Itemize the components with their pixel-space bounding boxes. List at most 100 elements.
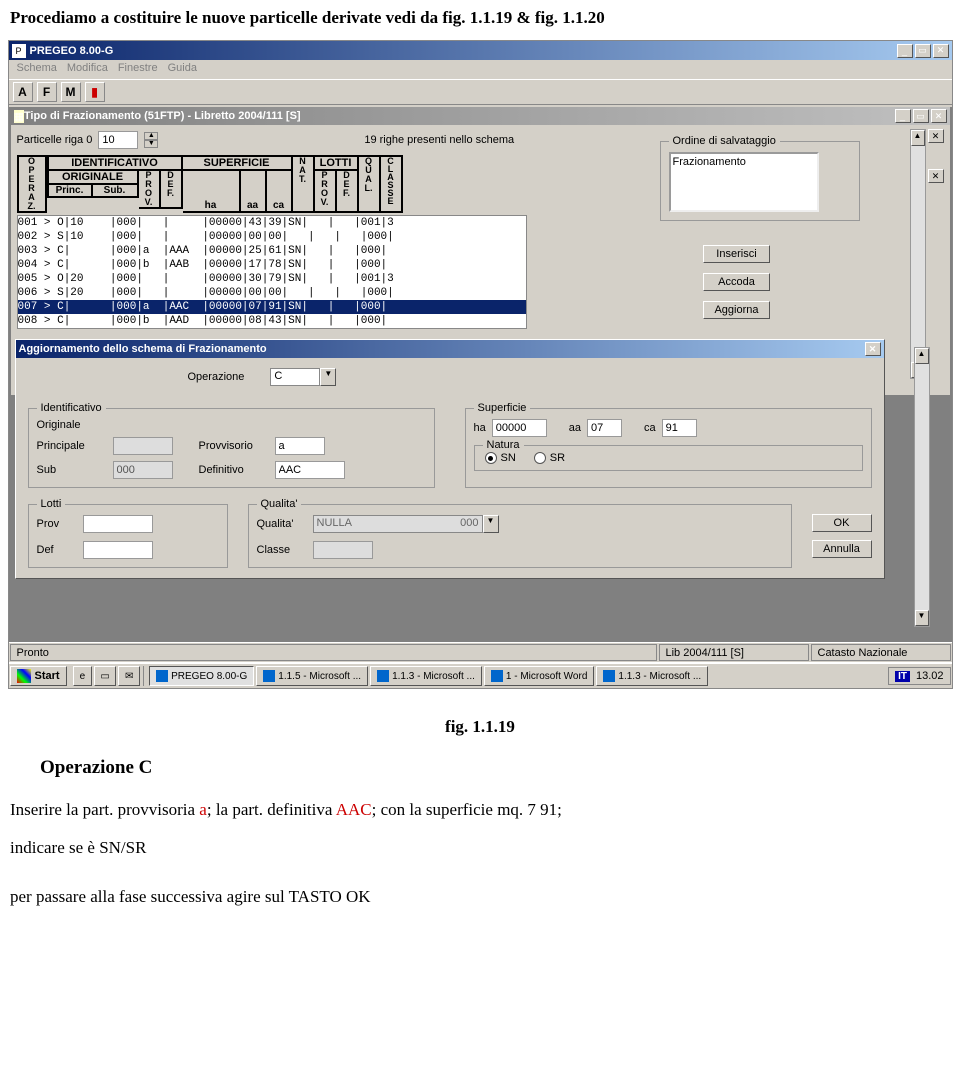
quick-ie-icon[interactable]: e xyxy=(73,666,93,686)
annulla-button[interactable]: Annulla xyxy=(812,540,872,558)
taskbar-task[interactable]: 1.1.5 - Microsoft ... xyxy=(256,666,368,686)
classe-label: Classe xyxy=(257,544,307,556)
windows-icon xyxy=(17,669,31,683)
figure-caption: fig. 1.1.19 xyxy=(0,717,960,737)
app-title: PREGEO 8.00-G xyxy=(30,45,897,57)
doc-scrollbar[interactable]: ▲▼ xyxy=(910,129,926,379)
panel1-close-icon[interactable]: ✕ xyxy=(928,129,944,143)
table-row[interactable]: 003 > C| |000|a |AAA |00000|25|61|SN| | … xyxy=(18,244,526,258)
lotti-legend: Lotti xyxy=(37,498,66,510)
doc-title: Tipo di Frazionamento (51FTP) - Libretto… xyxy=(24,110,895,122)
header-sub: Sub. xyxy=(93,185,139,198)
toolbar-flag-button[interactable]: ▮ xyxy=(85,82,105,102)
doc-minimize-button[interactable]: _ xyxy=(895,109,911,123)
ok-button[interactable]: OK xyxy=(812,514,872,532)
toolbar-m-button[interactable]: M xyxy=(61,82,81,102)
operazione-combobox[interactable]: C ▼ xyxy=(270,368,336,386)
ca-label: ca xyxy=(644,422,656,434)
taskbar-task[interactable]: 1 - Microsoft Word xyxy=(484,666,595,686)
app-task-icon xyxy=(491,670,503,682)
righe-label: 19 righe presenti nello schema xyxy=(364,134,514,146)
doc-restore-button[interactable]: ▭ xyxy=(913,109,929,123)
update-dialog: Aggiornamento dello schema di Frazioname… xyxy=(15,339,885,579)
header-ca: ca xyxy=(267,171,293,213)
app-screenshot: P PREGEO 8.00-G _ ▭ ✕ Schema Modifica Fi… xyxy=(8,40,953,689)
particelle-spinner[interactable]: ▲▼ xyxy=(144,132,158,148)
inserisci-button[interactable]: Inserisci xyxy=(703,245,769,263)
qualita-combobox[interactable]: NULLA000 ▼ xyxy=(313,515,499,533)
sr-label: SR xyxy=(550,452,565,464)
body-line-2: indicare se è SN/SR xyxy=(10,835,950,861)
dialog-close-button[interactable]: ✕ xyxy=(865,342,881,356)
originale-label: Originale xyxy=(37,419,107,431)
sr-radio[interactable] xyxy=(534,452,546,464)
table-row[interactable]: 008 > C| |000|b |AAD |00000|08|43|SN| | … xyxy=(18,314,526,328)
ca-input[interactable] xyxy=(662,419,697,437)
app-task-icon xyxy=(377,670,389,682)
header-aa: aa xyxy=(241,171,267,213)
table-row[interactable]: 006 > S|20 |000| | |00000|00|00| | | |00… xyxy=(18,286,526,300)
toolbar-a-button[interactable]: A xyxy=(13,82,33,102)
provvisorio-input[interactable] xyxy=(275,437,325,455)
status-catasto: Catasto Nazionale xyxy=(811,644,951,661)
minimize-button[interactable]: _ xyxy=(897,44,913,58)
doc-icon: ▦ xyxy=(14,110,24,123)
app-task-icon xyxy=(156,670,168,682)
language-indicator[interactable]: IT xyxy=(895,671,910,682)
dialog-titlebar: Aggiornamento dello schema di Frazioname… xyxy=(16,340,884,358)
quick-outlook-icon[interactable]: ✉ xyxy=(118,666,140,686)
table-row[interactable]: 005 > O|20 |000| | |00000|30|79|SN| | |0… xyxy=(18,272,526,286)
definitivo-input[interactable] xyxy=(275,461,345,479)
ha-label: ha xyxy=(474,422,486,434)
table-row[interactable]: 002 > S|10 |000| | |00000|00|00| | | |00… xyxy=(18,230,526,244)
taskbar-task[interactable]: PREGEO 8.00-G xyxy=(149,666,254,686)
header-prov1: PROV. xyxy=(139,171,161,209)
app-task-icon xyxy=(263,670,275,682)
aggiorna-button[interactable]: Aggiorna xyxy=(703,301,769,319)
natura-legend: Natura xyxy=(483,439,524,451)
header-operaz: OPERAZ. xyxy=(17,155,47,213)
app-icon: P xyxy=(12,44,26,58)
start-button[interactable]: Start xyxy=(10,666,67,686)
body-line-3: per passare alla fase successiva agire s… xyxy=(10,884,950,910)
doc-close-button[interactable]: ✕ xyxy=(931,109,947,123)
ordine-legend: Ordine di salvataggio xyxy=(669,135,780,147)
lotti-prov-input[interactable] xyxy=(83,515,153,533)
menu-finestre[interactable]: Finestre xyxy=(118,62,158,77)
page-heading: Procediamo a costituire le nuove partice… xyxy=(0,0,960,40)
header-ha: ha xyxy=(183,171,241,213)
accoda-button[interactable]: Accoda xyxy=(703,273,769,291)
table-row[interactable]: 007 > C| |000|a |AAC |00000|07|91|SN| | … xyxy=(18,300,526,314)
header-def2: DEF. xyxy=(337,171,359,213)
header-classe: CLASSE xyxy=(381,155,403,213)
sn-radio[interactable] xyxy=(485,452,497,464)
restore-button[interactable]: ▭ xyxy=(915,44,931,58)
body-line-1: Inserire la part. provvisoria a; la part… xyxy=(10,797,950,823)
toolbar: A F M ▮ xyxy=(9,79,952,105)
toolbar-f-button[interactable]: F xyxy=(37,82,57,102)
ordine-listbox[interactable]: Frazionamento xyxy=(669,152,819,212)
menu-guida[interactable]: Guida xyxy=(168,62,197,77)
table-row[interactable]: 001 > O|10 |000| | |00000|43|39|SN| | |0… xyxy=(18,216,526,230)
ha-input[interactable] xyxy=(492,419,547,437)
particelle-input[interactable] xyxy=(98,131,138,149)
chevron-down-icon[interactable]: ▼ xyxy=(320,368,336,386)
chevron-down-icon[interactable]: ▼ xyxy=(483,515,499,533)
app-titlebar: P PREGEO 8.00-G _ ▭ ✕ xyxy=(9,41,952,60)
taskbar-task[interactable]: 1.1.3 - Microsoft ... xyxy=(596,666,708,686)
panel2-close-icon[interactable]: ✕ xyxy=(928,169,944,183)
principale-label: Principale xyxy=(37,440,107,452)
quick-desktop-icon[interactable]: ▭ xyxy=(94,666,116,686)
table-row[interactable]: 004 > C| |000|b |AAB |00000|17|78|SN| | … xyxy=(18,258,526,272)
outer-scrollbar[interactable]: ▲▼ xyxy=(914,347,930,627)
lotti-prov-label: Prov xyxy=(37,518,77,530)
lotti-def-label: Def xyxy=(37,544,77,556)
menu-modifica[interactable]: Modifica xyxy=(67,62,108,77)
menubar: Schema Modifica Finestre Guida xyxy=(9,60,952,79)
menu-schema[interactable]: Schema xyxy=(17,62,57,77)
lotti-def-input[interactable] xyxy=(83,541,153,559)
close-button[interactable]: ✕ xyxy=(933,44,949,58)
status-left: Pronto xyxy=(10,644,657,661)
aa-input[interactable] xyxy=(587,419,622,437)
taskbar-task[interactable]: 1.1.3 - Microsoft ... xyxy=(370,666,482,686)
